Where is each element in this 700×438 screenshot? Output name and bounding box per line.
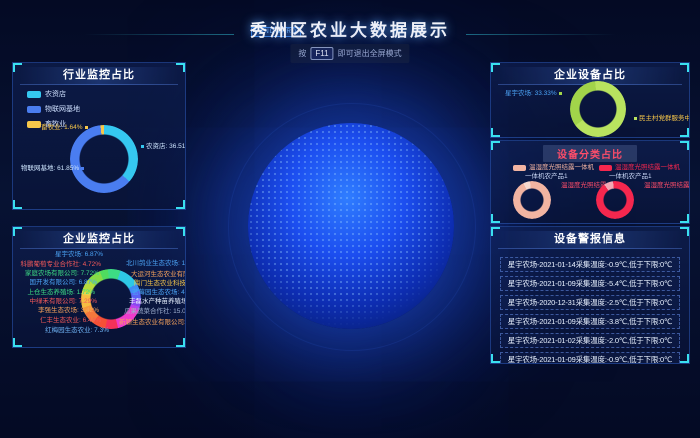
corner-decor xyxy=(176,200,185,209)
chart-label: 星宇农场: 33.33% xyxy=(505,90,564,98)
corner-decor xyxy=(491,354,500,363)
chart-label: 大运河生态农业有限责任公 xyxy=(131,271,186,279)
chart-label: 国开发有限公司: 6.87% xyxy=(29,279,97,287)
chart-label: 新颖生态农业有限公司: 6.87% xyxy=(119,319,186,327)
connector-dot xyxy=(141,145,144,148)
chart-label: 北川鸽业生态农场: 11.16% xyxy=(126,260,186,268)
legend-swatch xyxy=(27,91,41,98)
panel-device-alarms: 设备警报信息 星宇农场-2021-01-14采集温度:-0.9℃,低于下限:0℃… xyxy=(490,226,690,364)
legend-swatch xyxy=(27,121,41,128)
corner-decor xyxy=(491,214,500,223)
corner-decor xyxy=(176,338,185,347)
f11-key: F11 xyxy=(310,47,333,60)
legend-label: 农资店 xyxy=(45,89,66,99)
legend-swatch xyxy=(27,106,41,113)
chart-label: 家庭农场有限公司: 7.72% xyxy=(25,270,99,278)
device-donut-chart xyxy=(570,81,626,137)
connector-dot xyxy=(81,167,84,170)
alarm-row: 星宇农场-2021-01-09采集温度:-0.9℃,低于下限:0℃ xyxy=(500,352,680,364)
chart-label: 温湿度光照结露一一 xyxy=(644,182,690,190)
fullscreen-tip: 按 F11 即可退出全屏模式 xyxy=(290,44,409,63)
chart-label: 上仓生态养殖场: 1.72% xyxy=(27,289,95,297)
corner-decor xyxy=(13,200,22,209)
chart-label: 畜牧业: 1.64% xyxy=(41,124,90,132)
chart-label: 农资店: 36.51% xyxy=(139,143,186,151)
industry-donut-chart xyxy=(70,125,138,193)
legend-label: 物联网基地 xyxy=(45,104,80,114)
category-donut-right xyxy=(596,181,634,219)
chart-label: 科鹏葡萄专业合作社: 4.72% xyxy=(20,261,101,269)
panel-device-category-ratio: 设备分类占比 温湿度光照结露一体机 一体机农产品1 温湿度光照结露一一 温湿度光… xyxy=(490,140,690,224)
connector-dot xyxy=(634,117,637,120)
corner-decor xyxy=(491,128,500,137)
connector-dot xyxy=(559,92,562,95)
panel-enterprise-monitor-ratio: 企业监控占比 星宇农场: 6.87% 科鹏葡萄专业合作社: 4.72% 家庭农场… xyxy=(12,226,186,348)
chart-label: 陶门生态农业科技有限公 xyxy=(134,280,186,288)
corner-decor xyxy=(680,214,689,223)
chart-label: 民主村党群服务中心: xyxy=(632,115,690,123)
chart-label: 一体机农产品1 xyxy=(525,173,568,181)
alarm-row: 星宇农场-2021-01-14采集温度:-0.9℃,低于下限:0℃ xyxy=(500,257,680,272)
panel-title: 企业监控占比 xyxy=(20,231,178,249)
chart-label: 仁丰生态农业: 6.44% xyxy=(40,317,101,325)
alarm-row: 星宇农场-2021-01-09采集温度:-3.8℃,低于下限:0℃ xyxy=(500,314,680,329)
page-title: 秀洲区农业大数据展示 xyxy=(250,16,450,41)
panel-title: 设备警报信息 xyxy=(498,231,682,249)
panel-title: 设备分类占比 xyxy=(543,145,637,162)
corner-decor xyxy=(13,338,22,347)
chart-label: 物联网基地: 61.85% xyxy=(21,165,86,173)
tip-suffix: 即可退出全屏模式 xyxy=(338,48,402,59)
panel-industry-ratio: 行业监控占比 农资店 物联网基地 畜牧业 畜牧业: 1.64% 农资店: 36.… xyxy=(12,62,186,210)
panel-device-ratio: 企业设备占比 星宇农场: 33.33% 民主村党群服务中心: xyxy=(490,62,690,138)
tip-prefix: 按 xyxy=(298,48,306,59)
legend-swatch[interactable] xyxy=(599,165,612,171)
legend-swatch[interactable] xyxy=(513,165,526,171)
legend-label: 温湿度光照结露一体机 xyxy=(615,164,680,172)
chart-label: 中绿禾有限公司: 7.29% xyxy=(29,298,97,306)
chart-label: 蓝莓园生态农场: 4.29% xyxy=(132,289,186,297)
chart-label: 瓜果蔬菜合作社: 15.02% xyxy=(124,308,186,316)
legend-label: 温湿度光照结露一体机 xyxy=(529,164,594,172)
alarm-row: 星宇农场-2020-12-31采集温度:-2.5℃,低于下限:0℃ xyxy=(500,295,680,310)
panel-title: 行业监控占比 xyxy=(20,67,178,85)
chart-label: 一体机农产品1 xyxy=(609,173,652,181)
chart-label: 红梅园生态农业: 7.3% xyxy=(45,327,109,335)
chart-label: 丰磊水产种苗养殖场: 1. xyxy=(129,298,186,306)
corner-decor xyxy=(680,128,689,137)
connector-dot xyxy=(85,126,88,129)
alarm-row: 星宇农场-2021-01-02采集温度:-2.0℃,低于下限:0℃ xyxy=(500,333,680,348)
header: LANDWARD 秀洲区农业大数据展示 按 F11 即可退出全屏模式 xyxy=(0,0,700,60)
legend-item[interactable]: 物联网基地 xyxy=(27,104,80,114)
panel-title-wrap: 设备分类占比 xyxy=(491,145,689,160)
alarm-list: 星宇农场-2021-01-14采集温度:-0.9℃,低于下限:0℃ 星宇农场-2… xyxy=(491,249,689,364)
header-decor-line-left xyxy=(84,34,234,35)
chart-label: 星宇农场: 6.87% xyxy=(55,251,103,259)
category-donut-left xyxy=(513,181,551,219)
chart-label: 李强生态农场: 3.42% xyxy=(38,307,99,315)
legend-item[interactable]: 农资店 xyxy=(27,89,80,99)
globe xyxy=(248,123,454,329)
corner-decor xyxy=(680,354,689,363)
header-decor-line-right xyxy=(466,34,616,35)
alarm-row: 星宇农场-2021-01-09采集温度:-5.4℃,低于下限:0℃ xyxy=(500,276,680,291)
